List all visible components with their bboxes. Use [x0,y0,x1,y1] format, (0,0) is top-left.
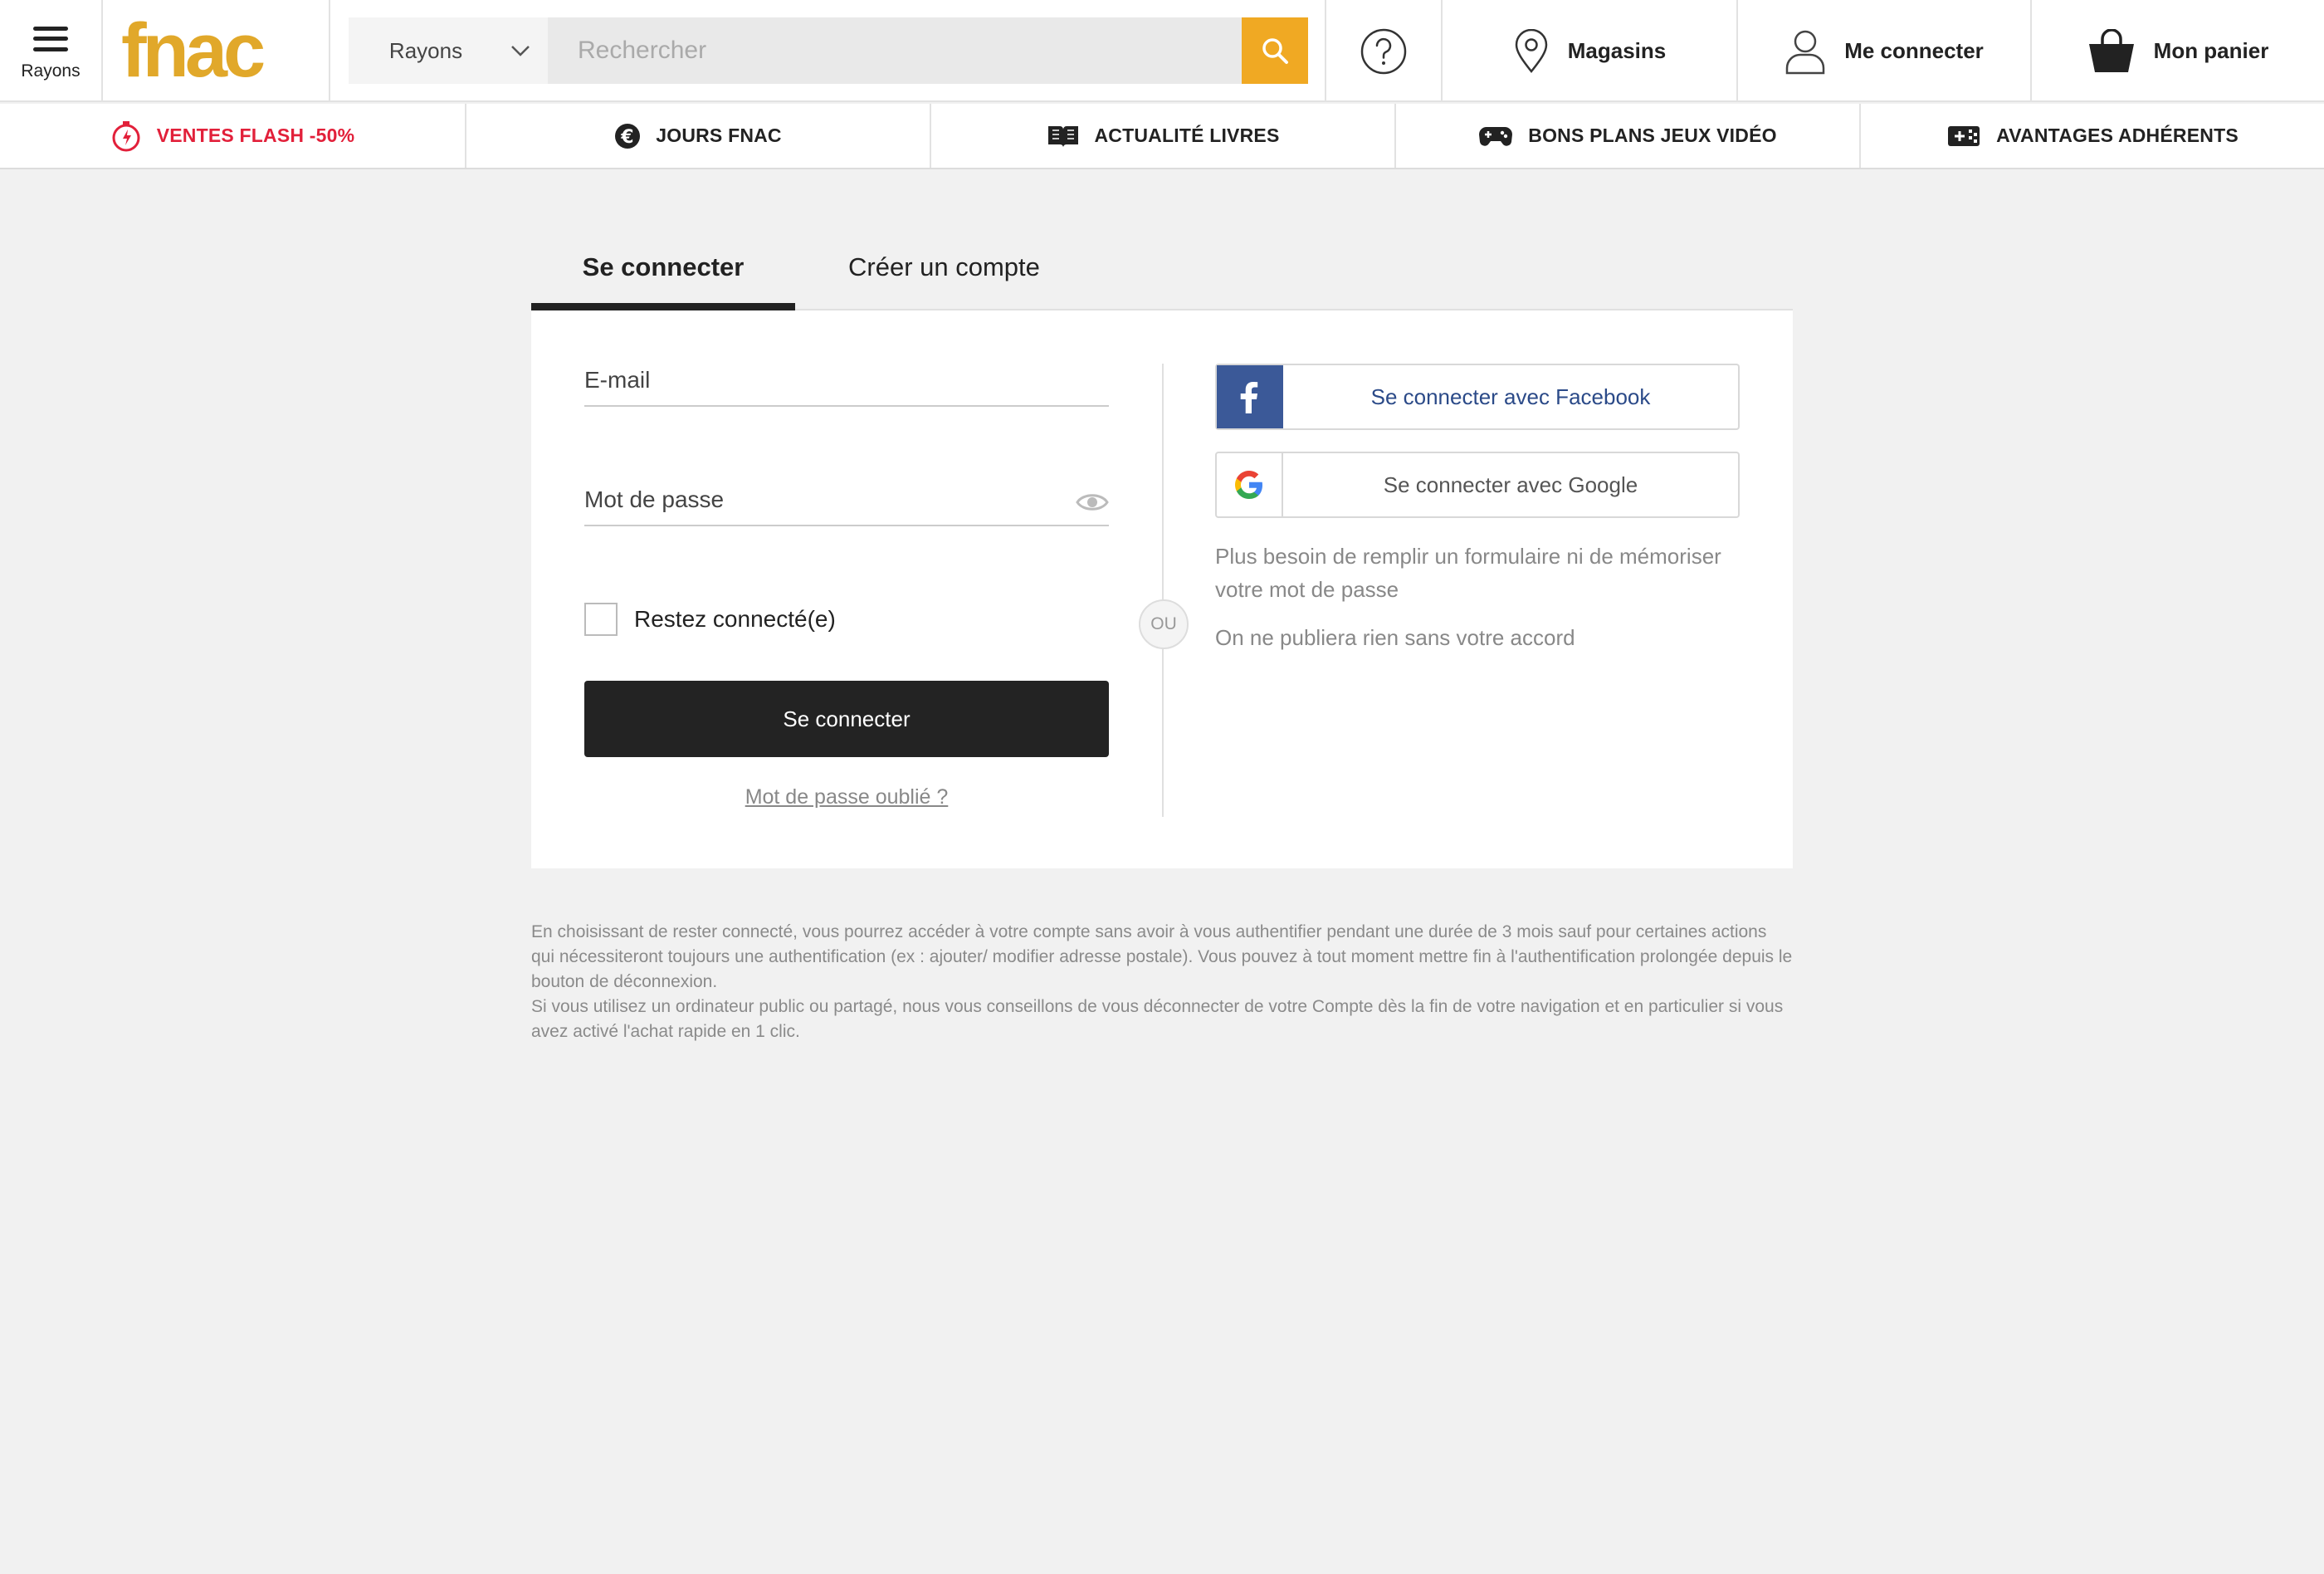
category-label: JOURS FNAC [656,125,782,146]
facebook-login-button[interactable]: Se connecter avec Facebook [1215,364,1740,430]
fnac-logo-icon: fnac [121,20,268,83]
search-button[interactable] [1242,17,1308,84]
remember-me[interactable]: Restez connecté(e) [584,603,836,636]
cart-label: Mon panier [2153,38,2269,63]
category-label: AVANTAGES ADHÉRENTS [1996,125,2239,146]
google-icon [1235,471,1262,499]
euro-icon: € [615,123,641,149]
menu-button[interactable]: Rayons [0,0,101,102]
menu-label: Rayons [21,61,81,81]
tab-login[interactable]: Se connecter [531,224,795,310]
category-select[interactable]: Rayons [349,17,548,84]
map-pin-icon [1515,28,1548,73]
privacy-note: On ne publiera rien sans votre accord [1215,625,1575,650]
question-circle-icon [1360,28,1407,74]
search-bar: Rayons [349,17,1308,84]
category-jours-fnac[interactable]: € JOURS FNAC [466,104,930,168]
shopping-bag-icon [2088,28,2134,72]
legal-notice: En choisissant de rester connecté, vous … [531,920,1793,1044]
password-input[interactable] [584,486,1109,513]
svg-text:€: € [620,127,634,148]
login-label: Me connecter [1844,38,1984,63]
help-button[interactable] [1326,0,1441,102]
forgot-password-link[interactable]: Mot de passe oublié ? [584,785,1109,809]
legal-paragraph: Si vous utilisez un ordinateur public ou… [531,997,1784,1041]
gamepad-icon [1479,126,1513,146]
cart-link[interactable]: Mon panier [2032,0,2324,102]
category-label: BONS PLANS JEUX VIDÉO [1528,125,1777,146]
category-bar: VENTES FLASH -50% € JOURS FNAC ACTUALITÉ… [0,104,2324,169]
stores-label: Magasins [1567,38,1667,63]
facebook-login-label: Se connecter avec Facebook [1370,384,1651,409]
remember-label: Restez connecté(e) [634,606,836,632]
email-field [584,355,1109,407]
login-submit-button[interactable]: Se connecter [584,681,1109,757]
or-badge: OU [1139,599,1189,649]
eye-icon[interactable] [1076,491,1109,513]
google-login-label: Se connecter avec Google [1383,472,1638,497]
book-icon [1047,125,1078,147]
search-icon [1262,38,1288,64]
search-input[interactable] [548,17,1242,84]
category-flash-sales[interactable]: VENTES FLASH -50% [0,104,465,168]
category-select-label: Rayons [388,37,463,63]
stores-link[interactable]: Magasins [1443,0,1736,102]
user-icon [1785,30,1825,74]
facebook-icon-box [1217,365,1283,428]
stopwatch-icon [112,120,140,151]
google-login-button[interactable]: Se connecter avec Google [1215,452,1740,518]
email-input[interactable] [584,367,1109,394]
divider [1162,364,1164,817]
category-avantages-adherents[interactable]: AVANTAGES ADHÉRENTS [1861,104,2324,168]
category-jeux-video[interactable]: BONS PLANS JEUX VIDÉO [1396,104,1859,168]
site-header: Rayons fnac Rayons Magasins Me connecter… [0,0,2324,102]
auth-tabs: Se connecter Créer un compte [531,224,1793,310]
category-label: ACTUALITÉ LIVRES [1094,125,1280,146]
fnac-logo[interactable]: fnac [103,0,329,102]
password-field [584,475,1109,526]
login-panel: Restez connecté(e) Se connecter Mot de p… [531,310,1793,868]
remember-checkbox[interactable] [584,603,618,636]
category-label: VENTES FLASH -50% [156,125,355,146]
tab-register[interactable]: Créer un compte [848,224,1040,310]
logo-text: fnac [121,20,264,83]
category-actualite-livres[interactable]: ACTUALITÉ LIVRES [931,104,1394,168]
social-login-note: Plus besoin de remplir un formulaire ni … [1215,544,1721,602]
google-icon-box [1217,453,1283,516]
hamburger-icon [33,26,68,51]
chevron-down-icon [511,46,530,56]
legal-paragraph: En choisissant de rester connecté, vous … [531,922,1793,991]
member-card-icon [1948,125,1980,146]
login-link[interactable]: Me connecter [1738,0,2030,102]
facebook-icon [1240,382,1258,413]
